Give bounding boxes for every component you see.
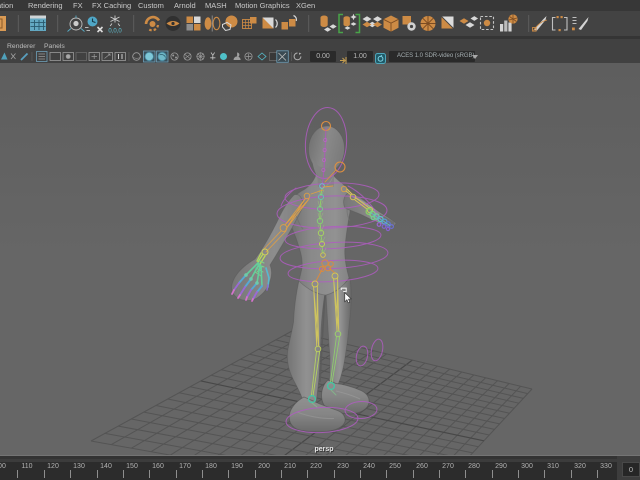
svg-text:persp: persp bbox=[314, 446, 333, 453]
svg-text:0,0,0: 0,0,0 bbox=[108, 29, 122, 35]
